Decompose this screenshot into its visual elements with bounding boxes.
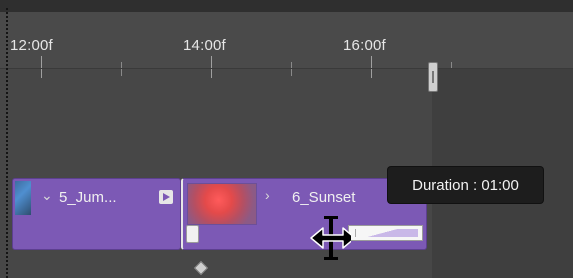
clip-out-handle[interactable] [348,225,423,241]
ruler-tick [121,62,122,76]
trim-resize-cursor-icon [310,216,351,260]
clip-name: 6_Sunset [292,189,356,206]
ruler-tick [291,62,292,76]
chevron-down-icon[interactable]: ⌄ [41,187,53,204]
clip-in-handle[interactable] [186,225,199,243]
duration-tooltip: Duration : 01:00 [388,167,543,203]
clip-5-jumping[interactable]: ⌄ 5_Jum... [12,178,181,250]
keyframe-diamond-icon[interactable] [193,260,209,276]
dotted-border [6,8,8,278]
ruler-tick [211,56,212,78]
ruler-label-12: 12:00f [10,37,53,54]
clip-thumbnail [187,183,257,225]
video-timeline: 12:00f 14:00f 16:00f ⌄ 5_Jum... › 6_Suns… [0,0,573,278]
clip-name: 5_Jum... [59,189,117,206]
film-icon[interactable] [159,190,173,204]
work-area-end-handle-icon[interactable] [428,62,438,92]
clip-thumbnail [15,181,31,215]
chevron-right-icon[interactable]: › [265,187,270,203]
timeline-top-band [0,0,573,12]
ruler-label-16: 16:00f [343,37,386,54]
ruler-tick [371,56,372,78]
ruler-label-14: 14:00f [183,37,226,54]
ruler-tick [41,56,42,78]
time-ruler[interactable]: 12:00f 14:00f 16:00f [0,12,573,78]
